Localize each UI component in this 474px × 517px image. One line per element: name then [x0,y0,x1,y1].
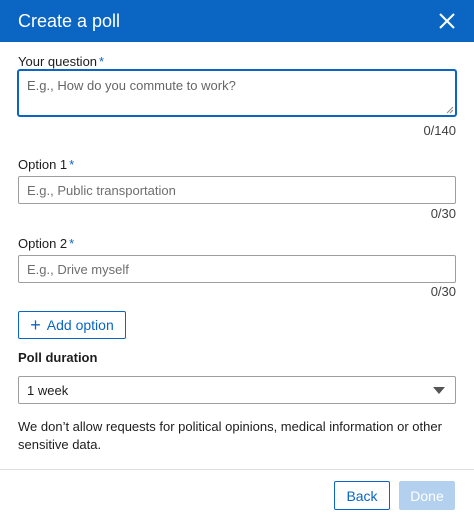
option-2-label-text: Option 2 [18,236,68,251]
done-button[interactable]: Done [399,481,455,510]
resize-handle-icon[interactable] [444,104,454,114]
close-icon [439,13,455,29]
chevron-down-icon [433,386,445,394]
option-2-char-counter: 0/30 [430,284,456,299]
poll-duration-label: Poll duration [18,350,98,365]
question-label-text: Your question [18,54,98,69]
footer-divider [0,469,474,470]
modal-header: Create a poll [0,0,474,42]
question-label: Your question * [18,54,104,69]
required-mark: * [69,236,75,251]
modal-title: Create a poll [18,10,121,31]
close-button[interactable] [438,12,456,30]
disclaimer-text: We don’t allow requests for political op… [18,419,442,452]
poll-duration-value: 1 week [27,382,69,398]
poll-duration-select[interactable]: 1 week [18,376,456,404]
add-option-button[interactable]: + Add option [18,311,126,339]
plus-icon: + [30,315,41,335]
option-1-label-text: Option 1 [18,157,68,172]
add-option-label: Add option [46,317,114,333]
required-mark: * [69,157,75,172]
back-button[interactable]: Back [334,481,390,510]
question-char-counter: 0/140 [423,123,456,138]
option-2-input[interactable] [18,255,456,283]
option-1-input[interactable] [18,176,456,204]
option-1-label: Option 1 * [18,157,74,172]
required-mark: * [99,54,105,69]
option-2-label: Option 2 * [18,236,74,251]
question-input[interactable] [18,70,456,116]
option-1-char-counter: 0/30 [430,206,456,221]
